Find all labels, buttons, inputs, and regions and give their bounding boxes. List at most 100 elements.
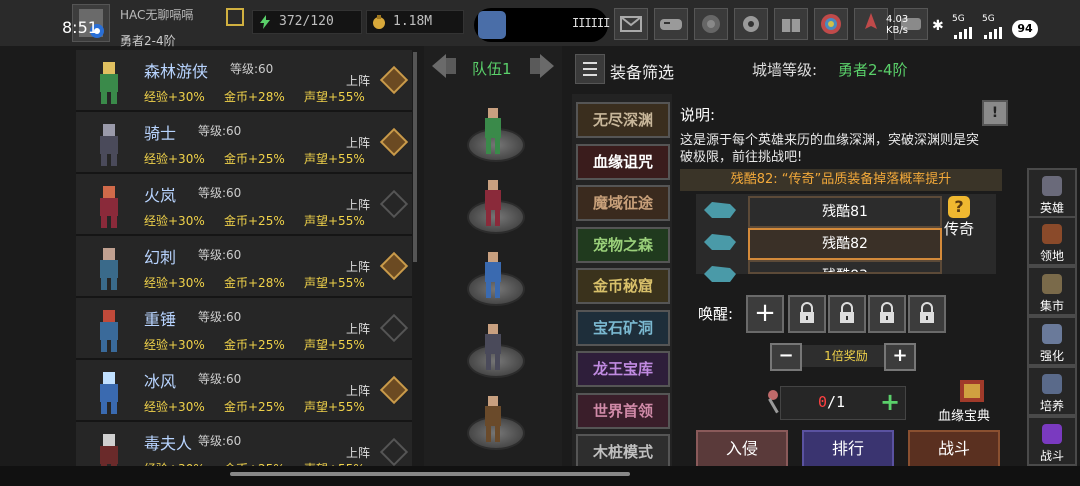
team-hero-icon[interactable]	[478, 322, 508, 374]
equip-filter-button[interactable]	[575, 54, 605, 84]
mode-button[interactable]: 金币秘窟	[576, 268, 670, 304]
difficulty-item[interactable]: 残酷83	[748, 260, 942, 274]
difficulty-crystal-icon	[700, 198, 738, 222]
mode-button[interactable]: 宠物之森	[576, 226, 670, 263]
list-icon	[583, 62, 597, 76]
book-icon[interactable]	[956, 376, 988, 406]
team-prev-arrow-icon[interactable]	[426, 52, 458, 80]
hero-name: 重锤	[144, 310, 177, 329]
gold-value: 1.18M	[393, 14, 433, 29]
rocket-button[interactable]	[854, 8, 888, 40]
reward-multiplier: 1倍奖励	[802, 345, 890, 367]
gold-counter[interactable]: 1.18M	[366, 10, 464, 34]
energy-counter[interactable]: 372/120	[252, 10, 362, 34]
signal-bars-2-icon	[984, 24, 1004, 39]
mode-button[interactable]: 木桩模式	[576, 434, 670, 470]
team-hero-icon[interactable]	[478, 106, 508, 158]
sidebar-portal-button[interactable]: 战斗	[1027, 416, 1077, 466]
rep-bonus: 声望+55%	[304, 338, 365, 352]
settings-button[interactable]	[734, 8, 768, 40]
awaken-add-button[interactable]: +	[746, 295, 784, 333]
clock: 8:51	[62, 18, 98, 37]
hero-level: 等级:60	[230, 62, 274, 76]
sidebar-helmet-button[interactable]: 英雄	[1027, 168, 1077, 218]
hero-row[interactable]: 森林游侠 等级:60 上阵 经验+30% 金币+28% 声望+55%	[76, 50, 412, 112]
action-button[interactable]: 排行	[802, 430, 894, 468]
hero-list[interactable]: 森林游侠 等级:60 上阵 经验+30% 金币+28% 声望+55% 骑士 等级:60 上阵 经验…	[76, 50, 412, 466]
mode-button[interactable]: 龙王宝库	[576, 351, 670, 387]
rep-bonus: 声望+55%	[304, 276, 365, 290]
sidebar-label: 强化	[1039, 349, 1064, 363]
hero-portrait-icon	[86, 428, 132, 466]
help-button[interactable]: !	[982, 100, 1008, 126]
hero-portrait-icon	[86, 180, 132, 230]
helmet-icon	[1038, 174, 1066, 198]
signal-bars-icon	[954, 24, 974, 39]
sidebar-star-button[interactable]: 强化	[1027, 316, 1077, 366]
hero-row[interactable]: 幻刺 等级:60 上阵 经验+30% 金币+28% 声望+55%	[76, 236, 412, 298]
net-unit: KB/s	[886, 25, 908, 36]
tier-help-button[interactable]: ?	[948, 196, 970, 218]
mode-button[interactable]: 无尽深渊	[576, 102, 670, 138]
hero-level: 等级:60	[198, 248, 242, 262]
hero-row[interactable]: 重锤 等级:60 上阵 经验+30% 金币+25% 声望+55%	[76, 298, 412, 360]
difficulty-item[interactable]: 残酷81	[748, 196, 942, 228]
deploy-toggle[interactable]	[379, 65, 409, 95]
exp-bonus: 经验+30%	[144, 214, 205, 228]
team-next-arrow-icon[interactable]	[528, 52, 560, 80]
hero-level: 等级:60	[198, 372, 242, 386]
mode-button[interactable]: 血缘诅咒	[576, 143, 670, 180]
hero-list-scrollbar[interactable]	[413, 52, 417, 262]
deploy-toggle[interactable]	[379, 375, 409, 405]
hero-portrait-icon	[86, 304, 132, 354]
sidebar-shop-button[interactable]: 集市	[1027, 266, 1077, 316]
team-hero-icon[interactable]	[478, 394, 508, 446]
sidebar-chalice-button[interactable]: 培养	[1027, 366, 1077, 416]
awaken-lock-slot[interactable]	[868, 295, 906, 333]
action-button[interactable]: 入侵	[696, 430, 788, 468]
team-hero-icon[interactable]	[478, 178, 508, 230]
player-rank: 勇者2-4阶	[120, 34, 176, 48]
awaken-lock-slot[interactable]	[828, 295, 866, 333]
hero-portrait-icon	[86, 118, 132, 168]
key-add-button[interactable]: +	[880, 388, 900, 416]
app-thumbnail-icon	[478, 11, 506, 39]
mode-button[interactable]: 宝石矿洞	[576, 309, 670, 346]
edit-name-icon[interactable]	[226, 8, 244, 26]
difficulty-banner: 残酷82: “传奇”品质装备掉落概率提升	[680, 169, 1002, 191]
mail-button[interactable]	[614, 8, 648, 40]
team-hero-icon[interactable]	[478, 250, 508, 302]
deploy-toggle[interactable]	[379, 189, 409, 219]
awaken-lock-slot[interactable]	[788, 295, 826, 333]
hero-deploy-label: 上阵	[346, 322, 371, 336]
gold-bonus: 金币+25%	[224, 214, 285, 228]
hero-row[interactable]: 冰风 等级:60 上阵 经验+30% 金币+25% 声望+55%	[76, 360, 412, 422]
gear-icon	[743, 16, 759, 32]
reward-minus-button[interactable]: −	[770, 343, 802, 371]
deploy-toggle[interactable]	[379, 437, 409, 466]
hero-name: 幻刺	[144, 248, 177, 267]
wheel-button[interactable]	[814, 8, 848, 40]
deploy-toggle[interactable]	[379, 127, 409, 157]
gamepad-button[interactable]	[654, 8, 688, 40]
clover-button[interactable]	[694, 8, 728, 40]
deploy-toggle[interactable]	[379, 251, 409, 281]
mode-button[interactable]: 魔域征途	[576, 185, 670, 221]
equip-filter-label[interactable]: 装备筛选	[610, 59, 674, 83]
portal-icon	[1038, 422, 1066, 446]
difficulty-item[interactable]: 残酷82	[748, 228, 942, 260]
hero-row[interactable]: 毒夫人等级:60上阵经验+30%金币+25%声望+55%	[76, 422, 412, 466]
hero-row[interactable]: 骑士 等级:60 上阵 经验+30% 金币+25% 声望+55%	[76, 112, 412, 174]
home-indicator[interactable]	[230, 472, 630, 476]
energy-value: 372/120	[279, 14, 334, 29]
deploy-toggle[interactable]	[379, 313, 409, 343]
reward-plus-button[interactable]: +	[884, 343, 916, 371]
book-label[interactable]: 血缘宝典	[938, 405, 990, 424]
key-current: 0	[818, 393, 828, 411]
gift-button[interactable]	[774, 8, 808, 40]
awaken-lock-slot[interactable]	[908, 295, 946, 333]
action-button[interactable]: 战斗	[908, 430, 1000, 468]
mode-button[interactable]: 世界首领	[576, 392, 670, 429]
sidebar-castle-button[interactable]: 领地	[1027, 216, 1077, 266]
hero-row[interactable]: 火岚 等级:60 上阵 经验+30% 金币+25% 声望+55%	[76, 174, 412, 236]
